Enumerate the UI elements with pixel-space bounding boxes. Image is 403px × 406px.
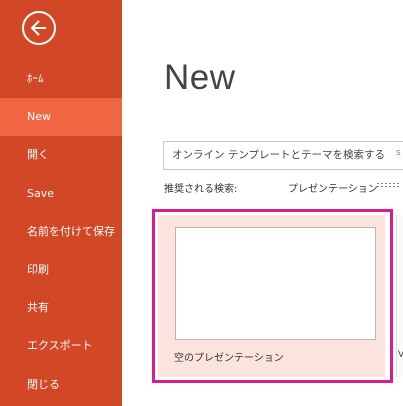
menu-item-close[interactable]: 閉じる xyxy=(0,366,122,404)
next-template-label-fragment: V xyxy=(398,350,403,360)
menu-item-print[interactable]: 印刷 xyxy=(0,251,122,289)
backstage-menu: ﾎｰﾑ New 開く Save 名前を付けて保存 印刷 共有 エクスポート 閉じ… xyxy=(0,60,122,404)
main-panel: New オンライン テンプレートとテーマを検索する s 推奨される検索: プレゼ… xyxy=(122,0,403,406)
template-search-input[interactable]: オンライン テンプレートとテーマを検索する xyxy=(163,141,403,170)
suggested-searches-label: 推奨される検索: xyxy=(164,184,238,195)
template-label: 空のプレゼンテーション xyxy=(174,353,284,364)
menu-item-open[interactable]: 開く xyxy=(0,136,122,174)
blank-presentation-template[interactable]: 空のプレゼンテーション xyxy=(158,215,385,377)
menu-item-share[interactable]: 共有 xyxy=(0,289,122,327)
backstage-sidebar: ﾎｰﾑ New 開く Save 名前を付けて保存 印刷 共有 エクスポート 閉じ… xyxy=(0,0,122,406)
back-button[interactable] xyxy=(22,11,56,45)
page-title: New xyxy=(164,58,236,97)
menu-item-save-as[interactable]: 名前を付けて保存 xyxy=(0,213,122,251)
search-icon[interactable]: s xyxy=(396,148,401,158)
menu-item-new[interactable]: New xyxy=(0,98,122,137)
menu-item-home[interactable]: ﾎｰﾑ xyxy=(0,60,122,98)
menu-item-save[interactable]: Save xyxy=(0,175,122,213)
menu-item-export[interactable]: エクスポート xyxy=(0,327,122,365)
suggested-search-link[interactable]: プレゼンテーション xyxy=(288,180,378,195)
template-thumbnail xyxy=(175,227,376,340)
back-arrow-icon xyxy=(30,20,46,36)
more-dots-icon xyxy=(376,182,401,188)
